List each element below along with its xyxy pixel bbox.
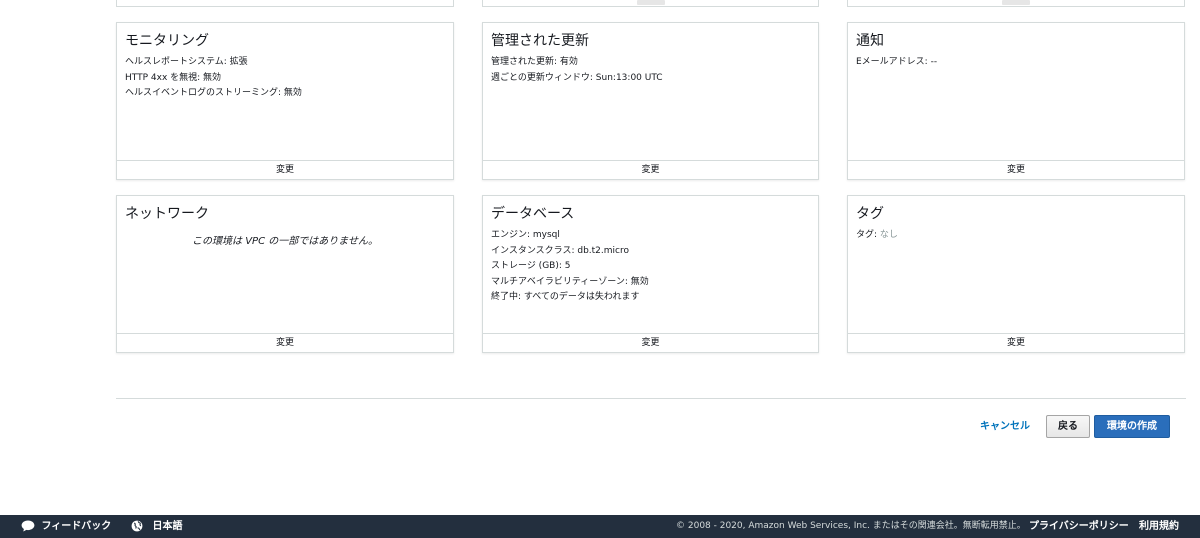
managed-updates-enabled: 管理された更新: 有効 [491, 57, 578, 67]
managed-updates-edit-button[interactable]: 変更 [483, 160, 818, 179]
database-storage: ストレージ (GB): 5 [491, 261, 571, 271]
language-label: 日本語 [152, 521, 183, 532]
managed-updates-card-title: 管理された更新 [491, 33, 589, 49]
monitoring-card-title: モニタリング [125, 33, 209, 49]
tags-value: なし [879, 230, 898, 240]
tags-card-title: タグ [856, 206, 884, 222]
cancel-button[interactable]: キャンセル [970, 416, 1040, 438]
notifications-card-title: 通知 [856, 33, 884, 49]
tags-line: タグ: なし [856, 228, 1178, 244]
network-no-vpc-message: この環境は VPC の一部ではありません。 [192, 236, 378, 247]
card-previous-right [847, 0, 1185, 7]
tags-label: タグ: [856, 230, 878, 240]
notifications-edit-button[interactable]: 変更 [848, 160, 1184, 179]
create-environment-button[interactable]: 環境の作成 [1094, 415, 1170, 438]
back-button[interactable]: 戻る [1046, 415, 1090, 438]
card-previous-middle [482, 0, 819, 7]
managed-updates-card: 管理された更新 管理された更新: 有効 週ごとの更新ウィンドウ: Sun:13:… [482, 22, 819, 180]
monitoring-health-reporting: ヘルスレポートシステム: 拡張 [125, 57, 248, 67]
tags-edit-button[interactable]: 変更 [848, 333, 1184, 352]
card-previous-middle-edit-stub[interactable] [636, 0, 665, 5]
copyright-text: © 2008 - 2020, Amazon Web Services, Inc.… [676, 521, 1026, 531]
monitoring-edit-button[interactable]: 変更 [117, 160, 453, 179]
feedback-label: フィードバック [41, 521, 112, 532]
network-edit-button[interactable]: 変更 [117, 333, 453, 352]
actions-divider [116, 398, 1186, 399]
card-previous-left [116, 0, 454, 7]
language-selector[interactable]: 日本語 [131, 515, 182, 538]
managed-updates-card-details: 管理された更新: 有効 週ごとの更新ウィンドウ: Sun:13:00 UTC [491, 55, 812, 86]
database-instance-class: インスタンスクラス: db.t2.micro [491, 245, 629, 256]
database-engine: エンジン: mysql [491, 230, 560, 240]
database-multi-az: マルチアベイラビリティーゾーン: 無効 [491, 276, 649, 287]
terms-of-use-link[interactable]: 利用規約 [1139, 515, 1179, 538]
database-card-title: データベース [491, 206, 575, 222]
notifications-card-details: Eメールアドレス: -- [856, 55, 1178, 71]
monitoring-card: モニタリング ヘルスレポートシステム: 拡張 HTTP 4xx を無視: 無効 … [116, 22, 454, 180]
database-termination: 終了中: すべてのデータは失われます [491, 292, 640, 302]
notifications-email: Eメールアドレス: -- [856, 57, 938, 67]
monitoring-log-streaming: ヘルスイベントログのストリーミング: 無効 [125, 88, 302, 98]
globe-icon [131, 520, 146, 532]
network-card: ネットワーク この環境は VPC の一部ではありません。 変更 [116, 195, 454, 353]
privacy-policy-link[interactable]: プライバシーポリシー [1029, 515, 1129, 538]
tags-card: タグ タグ: なし 変更 [847, 195, 1185, 353]
card-previous-right-edit-stub[interactable] [1002, 0, 1030, 5]
database-card-details: エンジン: mysql インスタンスクラス: db.t2.micro ストレージ… [491, 228, 812, 306]
feedback-link[interactable]: フィードバック [21, 515, 111, 538]
notifications-card: 通知 Eメールアドレス: -- 変更 [847, 22, 1185, 180]
managed-updates-window: 週ごとの更新ウィンドウ: Sun:13:00 UTC [491, 72, 663, 83]
speech-bubble-icon [21, 520, 38, 532]
database-edit-button[interactable]: 変更 [483, 333, 818, 352]
network-card-title: ネットワーク [125, 206, 209, 222]
tags-card-details: タグ: なし [856, 228, 1178, 244]
console-footer: フィードバック 日本語 © 2008 - 2020, Amazon Web Se… [0, 515, 1200, 538]
monitoring-card-details: ヘルスレポートシステム: 拡張 HTTP 4xx を無視: 無効 ヘルスイベント… [125, 55, 447, 102]
database-card: データベース エンジン: mysql インスタンスクラス: db.t2.micr… [482, 195, 819, 353]
monitoring-ignore-http-4xx: HTTP 4xx を無視: 無効 [125, 72, 222, 83]
